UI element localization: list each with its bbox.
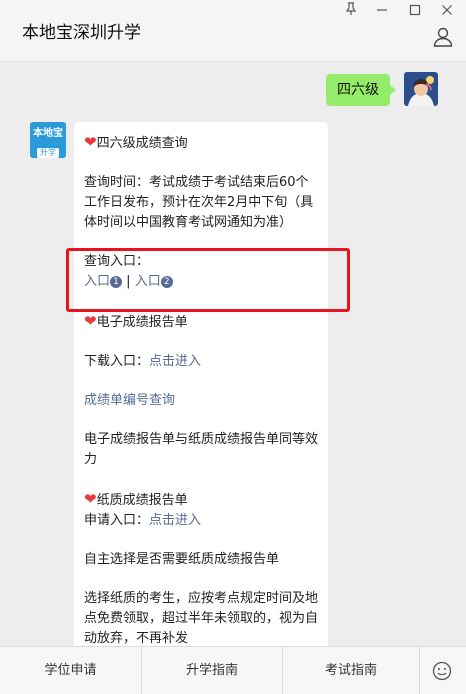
section-heading: ❤纸质成绩报告单 <box>84 490 188 508</box>
bottom-menu: 学位申请 升学指南 考试指南 <box>0 646 466 694</box>
link-separator: | <box>126 274 131 289</box>
section-heading: ❤电子成绩报告单 <box>84 312 188 330</box>
download-entry: 下载入口：点击进入 <box>84 354 202 369</box>
close-icon[interactable] <box>436 2 458 24</box>
menu-item-admission-guide[interactable]: 升学指南 <box>142 647 282 694</box>
reply-message-bubble: ❤四六级成绩查询 查询时间：考试成绩于考试结束后60个工作日发布，预计在次年2月… <box>74 122 328 646</box>
report-number-query-link[interactable]: 成绩单编号查询 <box>84 393 175 408</box>
emoji-icon[interactable] <box>432 661 452 681</box>
avatar-logo-subtext: 升学 <box>37 148 59 158</box>
chat-area[interactable]: 四六级 本地宝 升学 ❤四六级成绩查询 查询时间：考试成绩于考试结束后60个工作… <box>0 62 466 646</box>
my-avatar[interactable] <box>404 72 438 106</box>
download-link[interactable]: 点击进入 <box>149 354 201 369</box>
pin-icon[interactable] <box>340 2 362 24</box>
query-entry-links: 入口 1 | 入口 2 <box>84 272 318 292</box>
equal-validity-text: 电子成绩报告单与纸质成绩报告单同等效力 <box>84 432 319 467</box>
apply-link[interactable]: 点击进入 <box>149 513 201 528</box>
heart-icon: ❤ <box>84 490 97 508</box>
my-message-bubble[interactable]: 四六级 <box>326 74 396 106</box>
heart-icon: ❤ <box>84 133 97 151</box>
entry-link-2[interactable]: 入口 2 <box>135 274 173 289</box>
menu-item-exam-guide[interactable]: 考试指南 <box>283 647 419 694</box>
chat-title: 本地宝深圳升学 <box>22 23 141 43</box>
maximize-icon[interactable] <box>404 2 426 24</box>
choice-note-text: 自主选择是否需要纸质成绩报告单 <box>84 552 280 567</box>
menu-item-degree-application[interactable]: 学位申请 <box>0 647 141 694</box>
number-one-icon: 1 <box>110 276 123 288</box>
menu-divider <box>419 647 420 694</box>
pickup-note-text: 选择纸质的考生，应按考点规定时间及地点免费领取，超过半年未领取的，视为自动放弃，… <box>84 591 319 646</box>
official-account-avatar[interactable]: 本地宝 升学 <box>30 122 66 158</box>
heart-icon: ❤ <box>84 312 97 330</box>
user-profile-icon[interactable] <box>432 26 454 48</box>
avatar-logo-text: 本地宝 <box>33 128 63 139</box>
query-time-text: 查询时间：考试成绩于考试结束后60个工作日发布，预计在次年2月中下旬（具体时间以… <box>84 175 314 230</box>
section-heading: ❤四六级成绩查询 <box>84 133 188 151</box>
title-bar: 本地宝深圳升学 <box>0 0 466 62</box>
apply-entry: 申请入口：点击进入 <box>84 513 202 528</box>
query-entry-label: 查询入口： <box>84 254 150 269</box>
number-two-icon: 2 <box>160 276 173 288</box>
minimize-icon[interactable] <box>371 2 393 24</box>
entry-link-1[interactable]: 入口 1 <box>84 274 123 289</box>
